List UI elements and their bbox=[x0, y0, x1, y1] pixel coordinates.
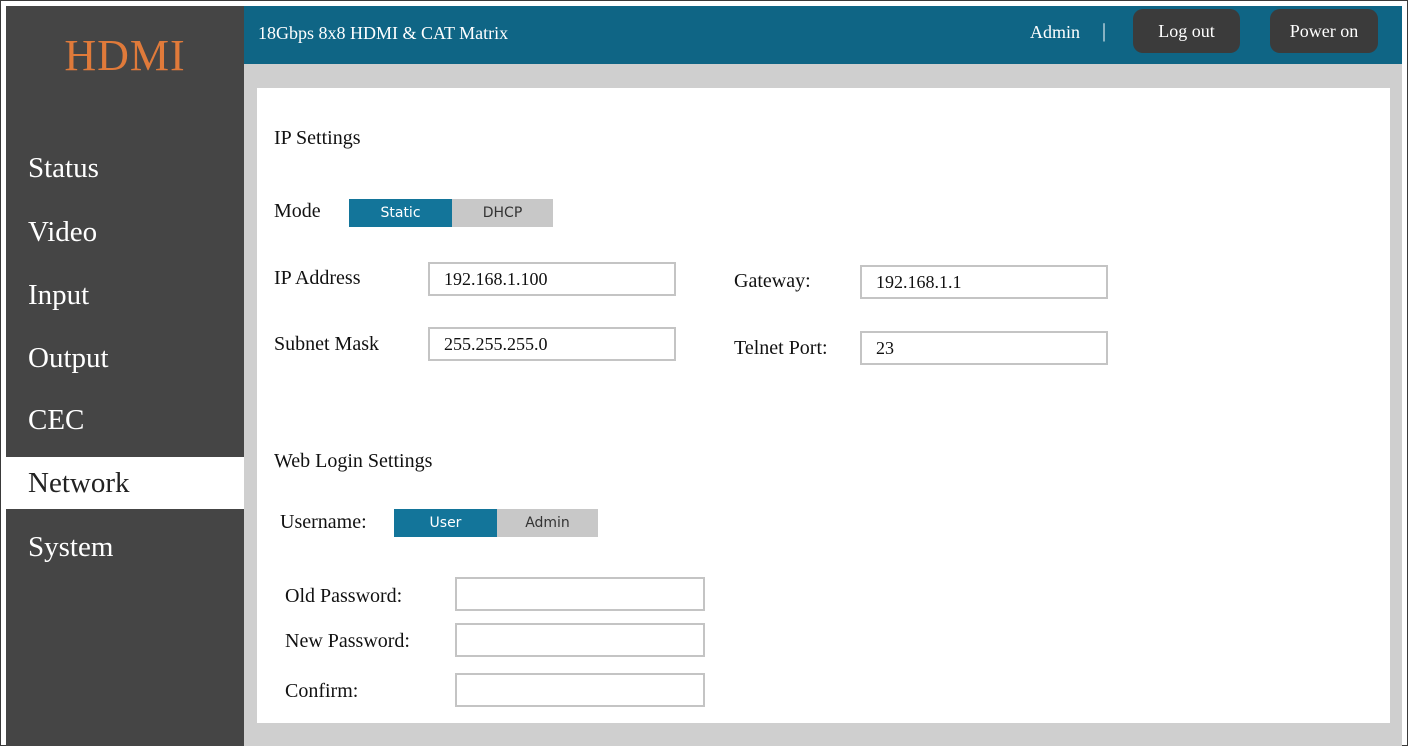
subnet-mask-label: Subnet Mask bbox=[274, 333, 379, 355]
current-user: Admin bbox=[1030, 22, 1081, 42]
power-button[interactable]: Power on bbox=[1270, 9, 1378, 53]
app-title: 18Gbps 8x8 HDMI & CAT Matrix bbox=[258, 23, 509, 43]
old-password-label: Old Password: bbox=[285, 585, 403, 607]
ip-address-input[interactable]: 192.168.1.100 bbox=[428, 262, 676, 296]
old-password-input[interactable] bbox=[455, 577, 705, 611]
sidebar-item-cec[interactable]: CEC bbox=[6, 394, 244, 446]
header-separator: | bbox=[1102, 20, 1107, 42]
logo: HDMI bbox=[64, 31, 186, 80]
telnet-port-label: Telnet Port: bbox=[734, 337, 828, 359]
subnet-mask-input[interactable]: 255.255.255.0 bbox=[428, 327, 676, 361]
gateway-label: Gateway: bbox=[734, 270, 811, 292]
logout-button[interactable]: Log out bbox=[1133, 9, 1240, 53]
gateway-input[interactable]: 192.168.1.1 bbox=[860, 265, 1108, 299]
ip-settings-heading: IP Settings bbox=[274, 127, 361, 149]
network-panel bbox=[257, 88, 1390, 723]
sidebar: HDMI Status Video Input Output CEC Netwo… bbox=[6, 6, 244, 746]
sidebar-item-input[interactable]: Input bbox=[6, 269, 244, 321]
ip-address-label: IP Address bbox=[274, 267, 361, 289]
sidebar-item-output[interactable]: Output bbox=[6, 332, 244, 384]
mode-label: Mode bbox=[274, 200, 321, 222]
new-password-input[interactable] bbox=[455, 623, 705, 657]
header-bar: 18Gbps 8x8 HDMI & CAT Matrix Admin | Log… bbox=[244, 6, 1402, 64]
sidebar-item-status[interactable]: Status bbox=[6, 142, 244, 194]
username-user-button[interactable]: User bbox=[394, 509, 497, 537]
username-label: Username: bbox=[280, 511, 367, 533]
username-admin-button[interactable]: Admin bbox=[497, 509, 598, 537]
confirm-password-input[interactable] bbox=[455, 673, 705, 707]
mode-dhcp-button[interactable]: DHCP bbox=[452, 199, 553, 227]
telnet-port-input[interactable]: 23 bbox=[860, 331, 1108, 365]
sidebar-item-video[interactable]: Video bbox=[6, 206, 244, 258]
confirm-password-label: Confirm: bbox=[285, 680, 359, 702]
sidebar-item-system[interactable]: System bbox=[6, 521, 244, 573]
new-password-label: New Password: bbox=[285, 630, 410, 652]
web-login-heading: Web Login Settings bbox=[274, 450, 433, 472]
sidebar-item-network[interactable]: Network bbox=[6, 457, 244, 509]
mode-static-button[interactable]: Static bbox=[349, 199, 452, 227]
